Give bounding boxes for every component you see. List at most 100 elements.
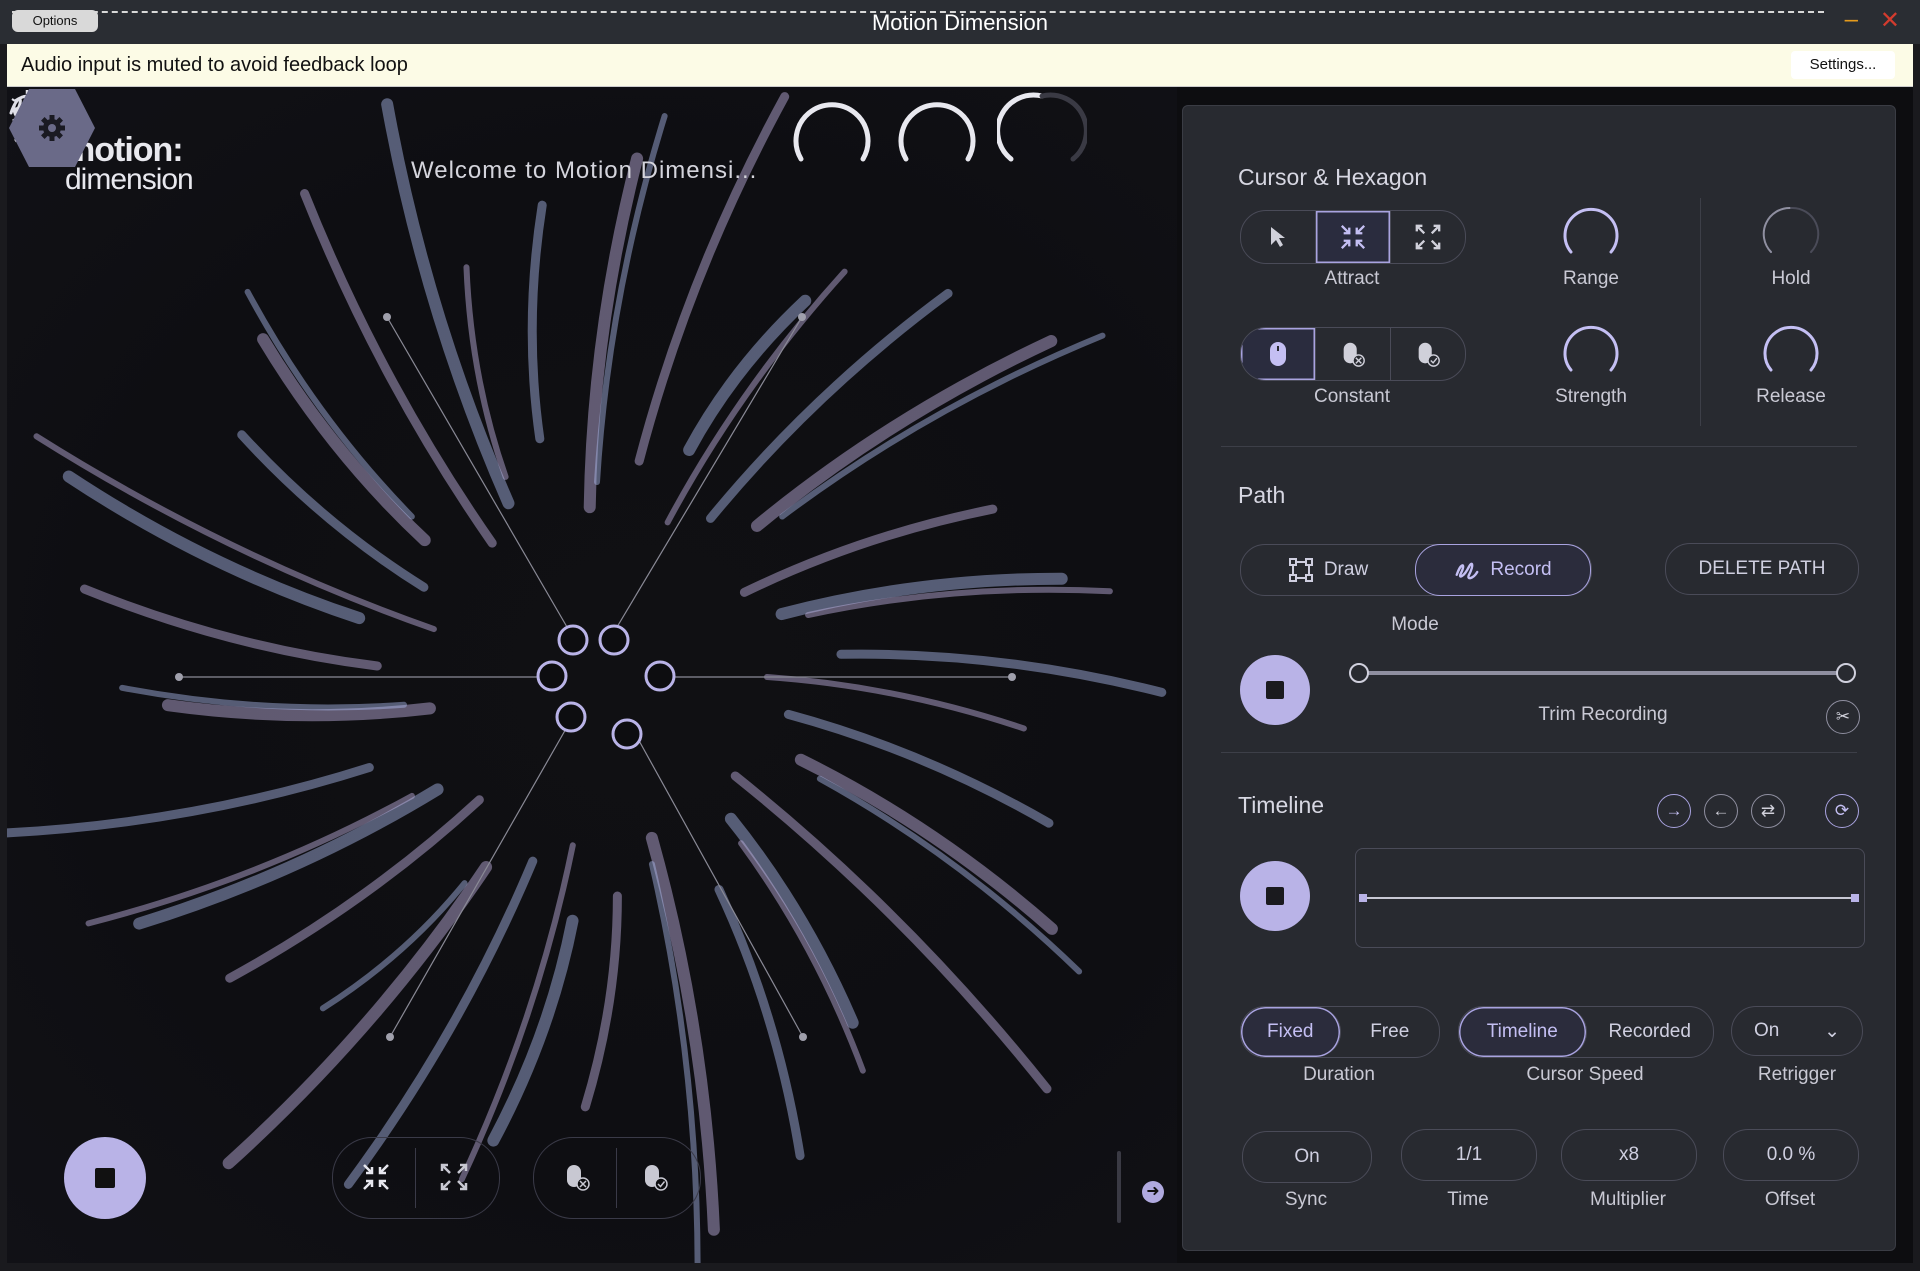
window-titlebar: Options Motion Dimension – ✕ — [0, 0, 1920, 44]
attract-icon — [1340, 224, 1366, 250]
multiplier-label: Multiplier — [1589, 1189, 1667, 1210]
ray-streak — [244, 288, 415, 520]
offset-value[interactable]: 0.0 % — [1723, 1129, 1859, 1181]
ray-streak — [222, 860, 493, 1170]
record-label: Record — [1490, 558, 1552, 580]
ray-streak — [85, 792, 415, 927]
divider — [616, 1148, 617, 1208]
scissors-icon[interactable]: ✂ — [1826, 700, 1860, 734]
hold-knob[interactable] — [1761, 204, 1821, 264]
ray-streak — [714, 884, 805, 1161]
path-mode-draw[interactable]: Draw — [1241, 545, 1415, 595]
mouse-x-icon[interactable] — [562, 1162, 592, 1192]
timeline-track — [1364, 897, 1854, 899]
range-label: Range — [1563, 268, 1619, 289]
hold-label: Hold — [1771, 268, 1811, 289]
cursor-mode-attract[interactable] — [1316, 211, 1391, 263]
retrigger-dropdown[interactable]: On ⌄ — [1731, 1006, 1863, 1056]
cursor-mode-label: Attract — [1324, 268, 1380, 289]
click-mode-hold[interactable] — [1391, 328, 1465, 380]
path-title: Path — [1238, 482, 1286, 508]
ray-streak — [300, 189, 497, 548]
settings-panel: Cursor & Hexagon Attract Constant Range … — [1182, 105, 1896, 1251]
notice-bar: Audio input is muted to avoid feedback l… — [7, 44, 1913, 87]
timeline-end-marker[interactable] — [1851, 894, 1859, 902]
time-value[interactable]: 1/1 — [1401, 1129, 1537, 1181]
cursor-hexagon-title: Cursor & Hexagon — [1238, 164, 1428, 190]
settings-button[interactable]: Settings... — [1791, 51, 1895, 79]
timeline-start-marker[interactable] — [1359, 894, 1367, 902]
play-backward-icon[interactable]: ← — [1704, 794, 1738, 828]
click-mode-quick-toggle — [533, 1137, 701, 1219]
click-mode-constant[interactable] — [1241, 328, 1316, 380]
duration-selector: Fixed Free — [1240, 1006, 1440, 1058]
divider — [415, 1148, 416, 1208]
cursor-speed-selector: Timeline Recorded — [1458, 1006, 1714, 1058]
quick-knob-3[interactable] — [997, 87, 1087, 177]
range-knob[interactable] — [1561, 204, 1621, 264]
cursor-mode-quick-toggle — [332, 1137, 500, 1219]
mode-label: Mode — [1391, 614, 1439, 635]
click-mode-label: Constant — [1313, 386, 1391, 407]
strength-knob[interactable] — [1561, 322, 1621, 382]
visualizer[interactable]: motion: dimension Welcome to Motion Dime… — [7, 87, 1177, 1263]
delete-path-button[interactable]: DELETE PATH — [1665, 543, 1859, 595]
trim-track[interactable] — [1359, 671, 1847, 675]
timeline-stop-button[interactable] — [1240, 861, 1310, 931]
cursor-mode-pointer[interactable] — [1241, 211, 1316, 263]
duration-fixed[interactable]: Fixed — [1241, 1007, 1341, 1057]
play-forward-icon[interactable]: → — [1657, 794, 1691, 828]
offset-label: Offset — [1764, 1189, 1816, 1210]
repel-icon[interactable] — [439, 1162, 469, 1192]
duration-free[interactable]: Free — [1341, 1007, 1440, 1057]
time-label: Time — [1447, 1189, 1489, 1210]
cursor-mode-selector — [1240, 210, 1466, 264]
loop-icon[interactable]: ⟳ — [1825, 794, 1859, 828]
ray-streak — [33, 433, 437, 633]
window-title: Motion Dimension — [871, 10, 1049, 35]
timeline-title: Timeline — [1238, 792, 1325, 818]
mouse-icon — [1270, 342, 1286, 366]
section-divider — [1221, 446, 1857, 447]
path-stop-button[interactable] — [1240, 655, 1310, 725]
release-knob[interactable] — [1761, 322, 1821, 382]
quick-knob-2[interactable] — [892, 87, 982, 177]
cursor-speed-timeline[interactable]: Timeline — [1459, 1007, 1587, 1057]
trim-start-handle[interactable] — [1349, 663, 1369, 683]
close-icon[interactable]: ✕ — [1880, 6, 1900, 35]
pointer-icon — [1271, 227, 1285, 247]
quick-knob-1[interactable] — [787, 87, 877, 177]
minimize-icon[interactable]: – — [1845, 6, 1858, 34]
section-divider — [1700, 198, 1701, 426]
ray-streak — [836, 649, 1167, 697]
strength-label: Strength — [1555, 386, 1627, 407]
chevron-down-icon: ⌄ — [1824, 1020, 1840, 1042]
brand-line2: dimension — [65, 162, 194, 196]
settings-gear-button[interactable] — [7, 87, 97, 169]
retrigger-value: On — [1754, 1020, 1780, 1041]
ray-streak — [527, 200, 547, 444]
ray-streak — [779, 332, 1106, 520]
retrigger-label: Retrigger — [1757, 1064, 1837, 1085]
attract-icon[interactable] — [361, 1162, 391, 1192]
multiplier-value[interactable]: x8 — [1561, 1129, 1697, 1181]
stop-button[interactable] — [64, 1137, 146, 1219]
arrow-right-icon[interactable]: ➜ — [1142, 1181, 1164, 1203]
ray-streak — [487, 914, 579, 1147]
trim-end-handle[interactable] — [1836, 663, 1856, 683]
cursor-mode-repel[interactable] — [1391, 211, 1465, 263]
click-mode-selector — [1240, 327, 1466, 381]
timeline-display[interactable] — [1355, 848, 1865, 948]
ping-pong-icon[interactable]: ⇄ — [1751, 794, 1785, 828]
ray-streak — [816, 775, 1083, 975]
mouse-x-icon — [1343, 342, 1365, 367]
cursor-speed-recorded[interactable]: Recorded — [1587, 1007, 1714, 1057]
click-mode-release[interactable] — [1316, 328, 1391, 380]
level-slider[interactable] — [1117, 1151, 1121, 1223]
plugin-main: motion: dimension Welcome to Motion Dime… — [7, 87, 1913, 1263]
ray-streak — [580, 891, 622, 1112]
hexagon-nodes[interactable] — [536, 624, 676, 750]
path-mode-record[interactable]: Record — [1415, 543, 1591, 596]
sync-toggle[interactable]: On — [1242, 1131, 1372, 1183]
mouse-check-icon[interactable] — [640, 1162, 670, 1192]
